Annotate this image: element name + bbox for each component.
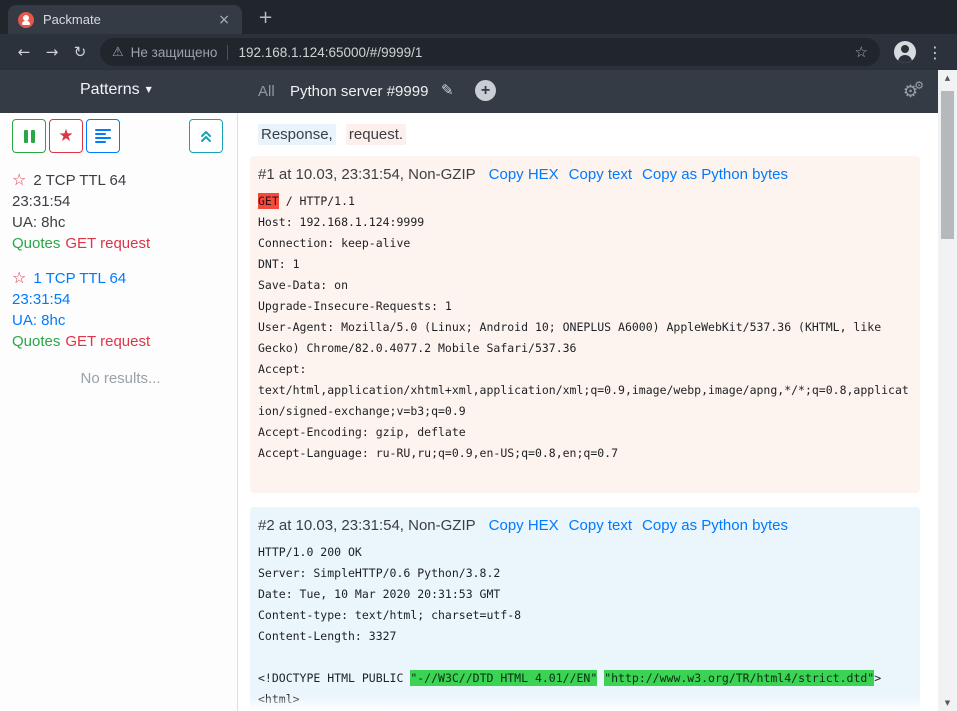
copy-as-python-bytes-link[interactable]: Copy as Python bytes — [642, 517, 788, 534]
packet-meta: #1 at 10.03, 23:31:54, Non-GZIP — [258, 166, 476, 183]
patterns-dropdown[interactable]: Patterns ▼ — [80, 81, 152, 99]
pause-icon — [24, 130, 35, 143]
browser-tab[interactable]: Packmate × — [8, 5, 242, 34]
url-text[interactable]: 192.168.1.124:65000/#/9999/1 — [238, 45, 854, 60]
favorite-star-icon[interactable]: ☆ — [12, 170, 26, 189]
streams-sidebar: ★ ☆2 TCP TTL 6423:31:54UA: 8hcQuotesGET … — [0, 113, 238, 711]
pattern-match-red: GET — [258, 193, 279, 209]
packet-header: #2 at 10.03, 23:31:54, Non-GZIP Copy HEX C… — [258, 517, 912, 534]
patterns-label: Patterns — [80, 81, 140, 98]
found-segment: request. — [346, 124, 406, 145]
add-service-button[interactable]: + — [475, 80, 496, 101]
stream-list-item[interactable]: ☆ 1 TCP TTL 64 23:31:54UA: 8hc Quotes GET re… — [12, 267, 229, 352]
new-tab-button[interactable]: + — [258, 7, 273, 28]
address-divider — [227, 45, 228, 60]
tab-all-services[interactable]: All — [258, 83, 275, 100]
found-segment — [336, 124, 346, 145]
packet-payload: HTTP/1.0 200 OK Server: SimpleHTTP/0.6 P… — [258, 542, 912, 710]
forward-icon[interactable]: → — [38, 43, 66, 61]
pattern-tag-quotes: Quotes — [12, 235, 60, 252]
favorite-star-icon[interactable]: ☆ — [12, 268, 26, 287]
list-filter-button[interactable] — [86, 119, 120, 153]
pattern-match-green: "-//W3C//DTD HTML 4.01//EN" — [410, 670, 597, 686]
stream-title: 1 TCP TTL 64 — [33, 270, 126, 287]
copy-text-link[interactable]: Copy text — [569, 166, 632, 183]
scroll-down-arrow-icon[interactable]: ▼ — [938, 699, 957, 707]
bookmark-star-icon[interactable]: ☆ — [855, 43, 868, 61]
tab-title: Packmate — [43, 12, 214, 27]
browser-menu-icon[interactable]: ⋮ — [927, 43, 943, 62]
profile-avatar[interactable] — [894, 41, 916, 63]
pattern-tag-quotes: Quotes — [12, 333, 60, 350]
address-bar[interactable]: ⚠ Не защищено 192.168.1.124:65000/#/9999… — [100, 38, 880, 66]
stream-pattern-tags: Quotes GET request — [12, 233, 229, 254]
edit-service-icon[interactable]: ✎ — [441, 81, 454, 99]
copy-hex-link[interactable]: Copy HEX — [489, 517, 559, 534]
copy-as-python-bytes-link[interactable]: Copy as Python bytes — [642, 166, 788, 183]
pattern-tag-get-request: GET request — [65, 333, 150, 350]
stream-list-item[interactable]: ☆ 2 TCP TTL 64 23:31:54UA: 8hc Quotes GET re… — [12, 169, 229, 254]
tab-current-service[interactable]: Python server #9999 — [290, 83, 428, 100]
packet-meta: #2 at 10.03, 23:31:54, Non-GZIP — [258, 517, 476, 534]
chevron-down-icon: ▼ — [146, 85, 152, 94]
stream-user-agent: UA: 8hc — [12, 212, 229, 233]
packet-card-response: #2 at 10.03, 23:31:54, Non-GZIP Copy HEX C… — [250, 507, 920, 711]
favorites-filter-button[interactable]: ★ — [49, 119, 83, 153]
browser-tab-strip: Packmate × + — [0, 0, 957, 34]
stream-time: 23:31:54 — [12, 289, 229, 310]
pattern-tag-get-request: GET request — [65, 235, 150, 252]
stream-user-agent: UA: 8hc — [12, 310, 229, 331]
security-label[interactable]: Не защищено — [131, 45, 218, 60]
tab-close-icon[interactable]: × — [214, 11, 234, 29]
packet-payload: GET / HTTP/1.1 Host: 192.168.1.124:9999 … — [258, 191, 912, 485]
stream-list: ☆2 TCP TTL 6423:31:54UA: 8hcQuotesGET re… — [12, 169, 229, 352]
packet-header: #1 at 10.03, 23:31:54, Non-GZIP Copy HEX C… — [258, 166, 912, 183]
stream-time: 23:31:54 — [12, 191, 229, 212]
align-lines-icon — [95, 129, 111, 143]
packet-card-request: #1 at 10.03, 23:31:54, Non-GZIP Copy HEX C… — [250, 156, 920, 493]
stream-title: 2 TCP TTL 64 — [33, 172, 126, 189]
back-icon[interactable]: ← — [10, 43, 38, 61]
settings-gears-icon[interactable]: ⚙⚙ — [903, 79, 924, 102]
gear-small-icon: ⚙ — [914, 79, 924, 92]
app-header: Patterns ▼ All Python server #9999 ✎ + ⚙⚙ — [0, 70, 957, 113]
packmate-favicon-icon — [18, 12, 34, 28]
double-chevron-up-icon — [199, 129, 213, 143]
found-segment: Response, — [258, 124, 336, 145]
copy-text-link[interactable]: Copy text — [569, 517, 632, 534]
scroll-up-arrow-icon[interactable]: ▲ — [938, 74, 957, 82]
page-scrollbar[interactable]: ▲ ▼ — [938, 70, 957, 711]
not-secure-warning-icon[interactable]: ⚠ — [112, 45, 124, 60]
matched-patterns-line: Response, request. — [258, 126, 957, 143]
page-body: ★ ☆2 TCP TTL 6423:31:54UA: 8hcQuotesGET … — [0, 113, 957, 711]
browser-toolbar: ← → ↻ ⚠ Не защищено 192.168.1.124:65000/… — [0, 34, 957, 70]
stream-pattern-tags: Quotes GET request — [12, 331, 229, 352]
stream-content: Response, request. #1 at 10.03, 23:31:54… — [238, 113, 957, 711]
packet-list: #1 at 10.03, 23:31:54, Non-GZIP Copy HEX C… — [250, 156, 957, 711]
scrollbar-thumb[interactable] — [941, 91, 954, 239]
pattern-match-green: "http://www.w3.org/TR/html4/strict.dtd" — [604, 670, 874, 686]
copy-hex-link[interactable]: Copy HEX — [489, 166, 559, 183]
no-results-label: No results... — [12, 370, 229, 387]
pause-capture-button[interactable] — [12, 119, 46, 153]
stream-title-row: ☆ 1 TCP TTL 64 — [12, 267, 229, 289]
sidebar-toolbar: ★ — [12, 119, 229, 153]
stream-title-row: ☆ 2 TCP TTL 64 — [12, 169, 229, 191]
reload-icon[interactable]: ↻ — [66, 43, 94, 61]
scroll-to-top-button[interactable] — [189, 119, 223, 153]
